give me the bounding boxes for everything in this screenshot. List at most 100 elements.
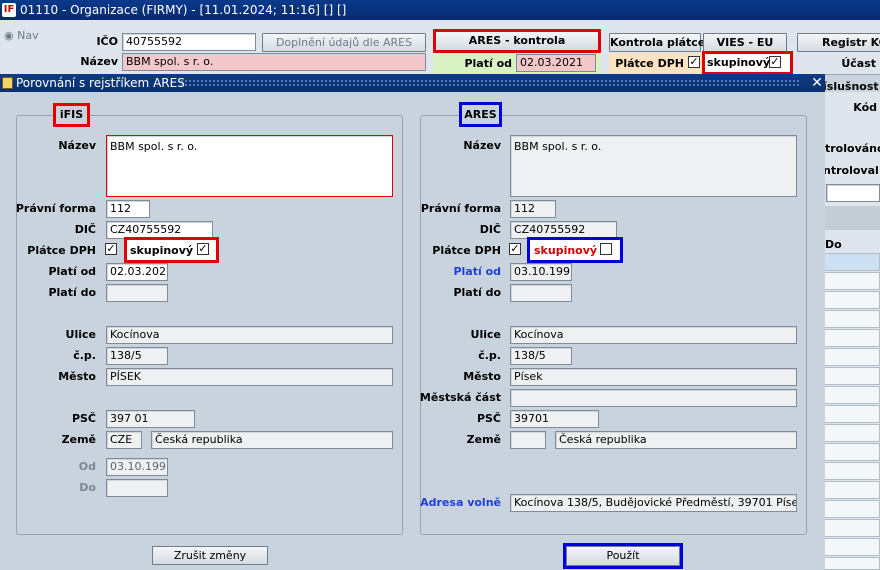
ares-dic-label: DIČ [479,223,501,236]
ifis-platce-dph-label: Plátce DPH [27,244,96,257]
registr-button[interactable]: Registr KO [797,33,880,52]
radio-icon: ◉ [4,29,14,42]
ares-plati-do-field[interactable] [510,284,572,302]
background-field[interactable] [826,184,880,202]
do-column-header: Do [825,238,842,251]
ares-zeme-name-field[interactable]: Česká republika [555,431,797,449]
ares-zeme-label: Země [466,433,501,446]
grid-row[interactable] [823,367,880,385]
grid-row[interactable] [823,348,880,366]
nazev-field[interactable]: BBM spol. s r. o. [122,53,426,71]
bg-plati-od-label: Platí od [464,57,512,70]
ifis-mesto-field[interactable]: PÍSEK [106,368,393,386]
grid-row[interactable] [823,462,880,480]
bg-platce-dph-checkbox[interactable]: ✓ [688,56,700,68]
ares-mestska-cast-field[interactable] [510,389,797,407]
kod-label: Kód [853,101,877,114]
ifis-zeme-name-field[interactable]: Česká republika [151,431,393,449]
close-icon[interactable]: ✕ [810,74,824,92]
grid-row[interactable] [823,538,880,556]
ifis-ulice-label: Ulice [65,328,96,341]
grid-row[interactable] [823,405,880,423]
ares-ulice-field[interactable]: Kocínova [510,326,797,344]
ares-skupinovy-checkbox[interactable] [600,243,612,255]
grid-row[interactable] [823,443,880,461]
grid-row[interactable] [823,291,880,309]
ares-psc-label: PSČ [476,412,501,425]
ifis-plati-do-field[interactable] [106,284,168,302]
zrusit-zmeny-button[interactable]: Zrušit změny [152,546,268,565]
grid-row[interactable] [823,519,880,537]
ares-psc-field[interactable]: 39701 [510,410,599,428]
grid-row[interactable] [823,253,880,271]
ucast-label: Účast [841,57,876,70]
bg-skupinovy-checkbox[interactable]: ✓ [769,56,781,68]
ifis-cp-label: č.p. [73,349,96,362]
ifis-zeme-label: Země [61,433,96,446]
ares-mesto-label: Město [463,370,501,383]
ares-kontrola-button[interactable]: ARES - kontrola [433,29,601,53]
dialog-app-icon [2,77,13,89]
ifis-psc-field[interactable]: 397 01 [106,410,195,428]
ifis-nazev-field[interactable]: BBM spol. s r. o. [106,135,393,197]
ares-platce-dph-checkbox[interactable]: ✓ [509,243,521,255]
bg-plati-od-field[interactable]: 02.03.2021 [516,54,596,72]
prislusnost-label: íslušnost [823,80,879,93]
ifis-do-label: Do [79,481,96,494]
ares-nazev-field[interactable]: BBM spol. s r. o. [510,135,797,197]
grid-row[interactable] [823,386,880,404]
grid-row[interactable] [823,272,880,290]
ifis-nazev-label: Název [58,139,96,152]
ares-pravni-forma-field[interactable]: 112 [510,200,556,218]
ico-field[interactable]: 40755592 [122,33,256,51]
ifis-dic-label: DIČ [74,223,96,236]
grid-row[interactable] [823,424,880,442]
ifis-od-field[interactable]: 03.10.1991 [106,458,168,476]
kontroloval-label: ntroloval [823,164,879,177]
ifis-skupinovy-label: skupinový [130,244,194,257]
window-titlebar: 01110 - Organizace (FIRMY) - [11.01.2024… [0,0,880,20]
nazev-label: Název [80,55,118,68]
grid-row[interactable] [823,481,880,499]
grid-row[interactable] [823,500,880,518]
ares-platce-dph-label: Plátce DPH [432,244,501,257]
ares-nazev-label: Název [463,139,501,152]
doplneni-udaju-button[interactable]: Doplnění údajů dle ARES [262,33,426,52]
ifis-skupinovy-checkbox[interactable]: ✓ [197,243,209,255]
ifis-do-field[interactable] [106,479,168,497]
ares-cp-field[interactable]: 138/5 [510,347,572,365]
vies-eu-button[interactable]: VIES - EU [703,33,787,52]
ifis-cp-field[interactable]: 138/5 [106,347,168,365]
grid-row[interactable] [823,329,880,347]
ares-skupinovy-label: skupinový [534,244,598,257]
ifis-zeme-code-field[interactable]: CZE [106,431,142,449]
ares-adresa-volne-label: Adresa volně [420,496,501,509]
ifis-mesto-label: Město [58,370,96,383]
ares-cp-label: č.p. [478,349,501,362]
kontrolovano-label: trolováno [825,142,880,155]
ares-zeme-code-field[interactable] [510,431,546,449]
ifis-plati-od-field[interactable]: 02.03.2021 [106,263,168,281]
ares-group-header: ARES [459,102,502,127]
ifis-pravni-forma-field[interactable]: 112 [106,200,150,218]
ares-mesto-field[interactable]: Písek [510,368,797,386]
ares-adresa-volne-field[interactable]: Kocínova 138/5, Budějovické Předměstí, 3… [510,494,797,512]
ifis-plati-od-label: Platí od [48,265,96,278]
grid-row[interactable] [823,310,880,328]
ares-plati-do-label: Platí do [453,286,501,299]
window-title: 01110 - Organizace (FIRMY) - [11.01.2024… [20,3,347,17]
ifis-plati-do-label: Platí do [48,286,96,299]
ico-label: IČO [96,35,118,48]
ares-plati-od-label: Platí od [453,265,501,278]
ifis-ulice-field[interactable]: Kocínova [106,326,393,344]
ares-pravni-forma-label: Právní forma [420,202,501,215]
titlebar-texture [180,79,800,87]
pouzit-button[interactable]: Použít [566,546,680,566]
ifis-platce-dph-checkbox[interactable]: ✓ [105,243,117,255]
ares-mestska-cast-label: Městská část [419,391,501,404]
nav-indicator[interactable]: ◉ Nav [4,29,39,42]
kontrola-platce-button[interactable]: Kontrola plátce [609,33,705,52]
ares-plati-od-field[interactable]: 03.10.1991 [510,263,572,281]
grid-row[interactable] [823,557,880,570]
dialog-title: Porovnání s rejstříkem ARES [16,76,185,90]
